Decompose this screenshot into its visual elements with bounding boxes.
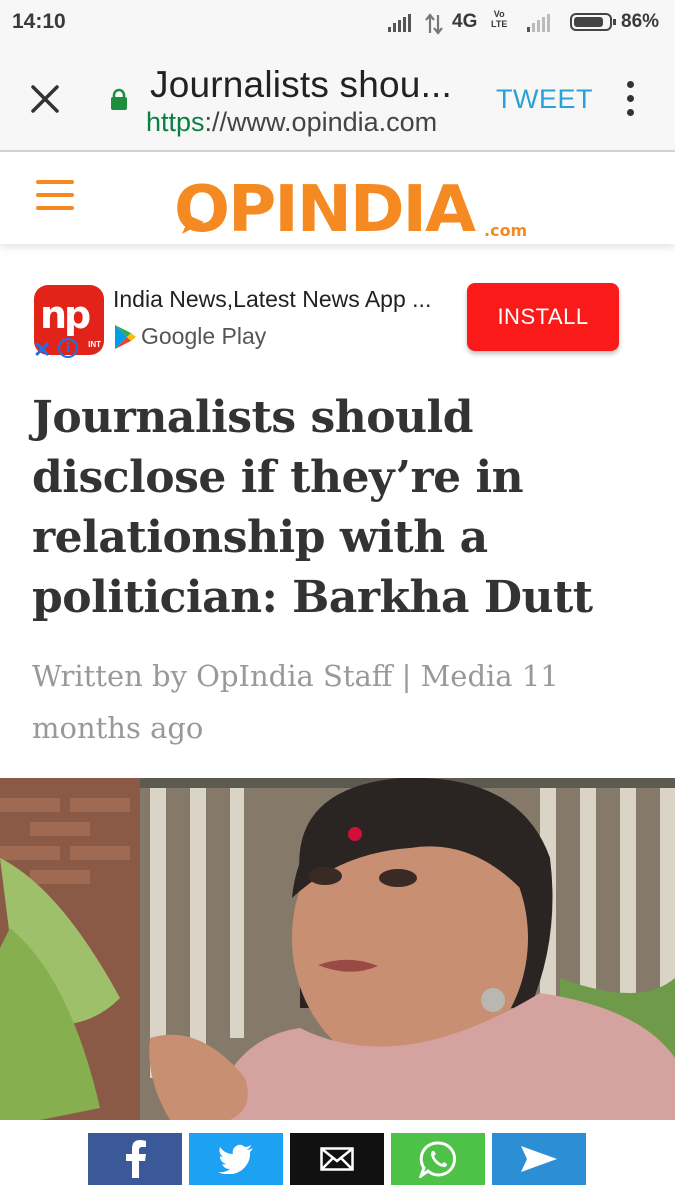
logo-wordmark: OPINDIA (174, 173, 477, 240)
share-email-button[interactable] (290, 1133, 384, 1185)
page-url[interactable]: https://www.opindia.com (146, 107, 476, 138)
battery-percent: 86% (621, 11, 660, 32)
share-facebook-button[interactable] (88, 1133, 182, 1185)
opindia-logo[interactable]: OPINDIA .com (168, 158, 538, 240)
whatsapp-icon (419, 1141, 457, 1178)
ad-info-icon[interactable]: i (58, 338, 78, 358)
logo-suffix: .com (484, 221, 527, 240)
share-bar (0, 1120, 675, 1200)
app-install-ad: np INT India News,Latest News App ... Go… (0, 262, 675, 372)
volte-badge: Vo LTE (491, 9, 508, 29)
article-headline: Journalists should disclose if they’re i… (32, 392, 593, 623)
network-type: 4G (452, 11, 478, 32)
mail-icon (320, 1147, 354, 1171)
more-vert-icon[interactable] (620, 79, 642, 119)
ad-title[interactable]: India News,Latest News App ... (113, 286, 453, 313)
ad-close-icon[interactable]: ✕ (33, 337, 51, 363)
lock-icon (111, 88, 127, 110)
close-icon[interactable] (20, 74, 70, 124)
share-whatsapp-button[interactable] (391, 1133, 485, 1185)
page-title: Journalists shou... (150, 64, 453, 105)
hamburger-menu-icon[interactable] (36, 178, 74, 212)
send-icon (521, 1146, 557, 1172)
signal-icon-sim2 (527, 14, 553, 32)
browser-toolbar: Journalists shou... https://www.opindia.… (0, 46, 675, 152)
google-play-icon (115, 325, 136, 349)
battery-icon (570, 13, 616, 31)
facebook-icon (126, 1140, 146, 1178)
url-host: ://www.opindia.com (204, 107, 438, 137)
url-scheme: https (146, 107, 205, 137)
share-telegram-button[interactable] (492, 1133, 586, 1185)
hero-photo (0, 778, 675, 1120)
tweet-button[interactable]: TWEET (496, 84, 593, 115)
data-activity-icon (425, 13, 443, 35)
twitter-icon (218, 1144, 253, 1174)
article-hero-image (0, 778, 675, 1120)
ad-store-label: Google Play (141, 323, 267, 349)
site-header: OPINDIA .com (0, 152, 675, 244)
status-bar: 14:10 4G Vo LTE 86% (0, 0, 675, 46)
share-twitter-button[interactable] (189, 1133, 283, 1185)
article-byline: Written by OpIndia Staff | Media 11 mont… (32, 659, 559, 745)
ad-app-icon-tag: INT (88, 340, 101, 349)
status-time: 14:10 (12, 10, 66, 33)
install-button[interactable]: INSTALL (467, 283, 619, 351)
ad-app-icon-text: np (40, 293, 91, 337)
signal-icon (388, 14, 414, 32)
